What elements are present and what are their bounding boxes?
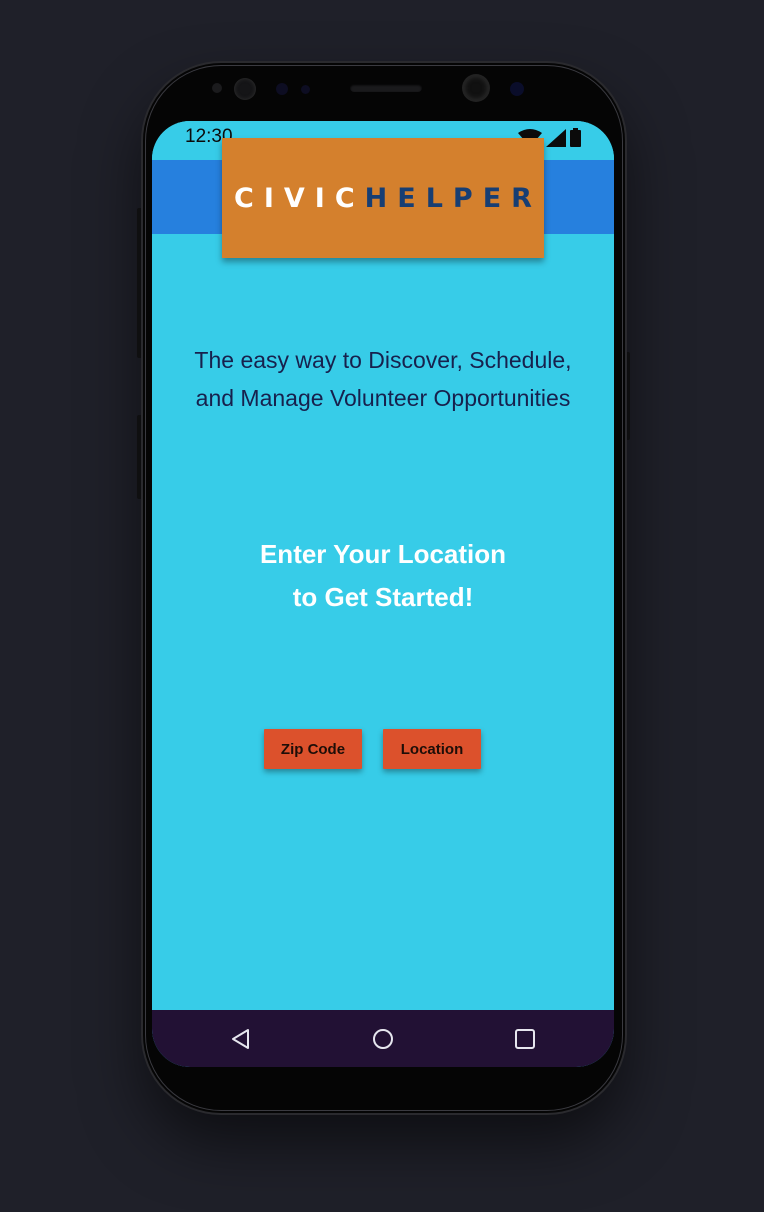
tagline-line-2: and Manage Volunteer Opportunities: [195, 385, 571, 411]
battery-icon: [570, 128, 581, 147]
location-button[interactable]: Location: [383, 729, 481, 769]
home-icon[interactable]: [371, 1027, 395, 1051]
iris-sensor: [234, 78, 256, 100]
front-camera: [464, 76, 488, 100]
cell-signal-icon: [546, 129, 566, 147]
earpiece-speaker: [350, 84, 422, 92]
logo-civic-text: CIVIC: [234, 182, 365, 214]
volume-down-button: [137, 415, 142, 499]
tagline: The easy way to Discover, Schedule, and …: [152, 341, 614, 417]
power-button: [625, 352, 630, 440]
camera-sensor-dot: [510, 82, 524, 96]
get-started-heading: Enter Your Location to Get Started!: [152, 533, 614, 619]
light-sensor: [301, 85, 310, 94]
volume-up-button: [137, 208, 142, 358]
back-icon[interactable]: [229, 1027, 253, 1051]
cta-line-2: to Get Started!: [292, 582, 474, 612]
proximity-sensor: [276, 83, 288, 95]
device-frame-stage: 12:30 CIVICHELPER The easy way to Discov…: [0, 0, 764, 1212]
zip-code-button[interactable]: Zip Code: [264, 729, 362, 769]
cta-line-1: Enter Your Location: [259, 539, 507, 569]
logo-wordmark: CIVICHELPER: [234, 183, 542, 214]
sensor-dot: [212, 83, 222, 93]
android-nav-bar: [152, 1010, 614, 1067]
civichelper-logo: CIVICHELPER: [222, 138, 544, 258]
logo-helper-text: HELPER: [364, 182, 542, 214]
tagline-line-1: The easy way to Discover, Schedule,: [194, 347, 572, 373]
app-screen: 12:30 CIVICHELPER The easy way to Discov…: [152, 121, 614, 1067]
recents-icon[interactable]: [513, 1027, 537, 1051]
